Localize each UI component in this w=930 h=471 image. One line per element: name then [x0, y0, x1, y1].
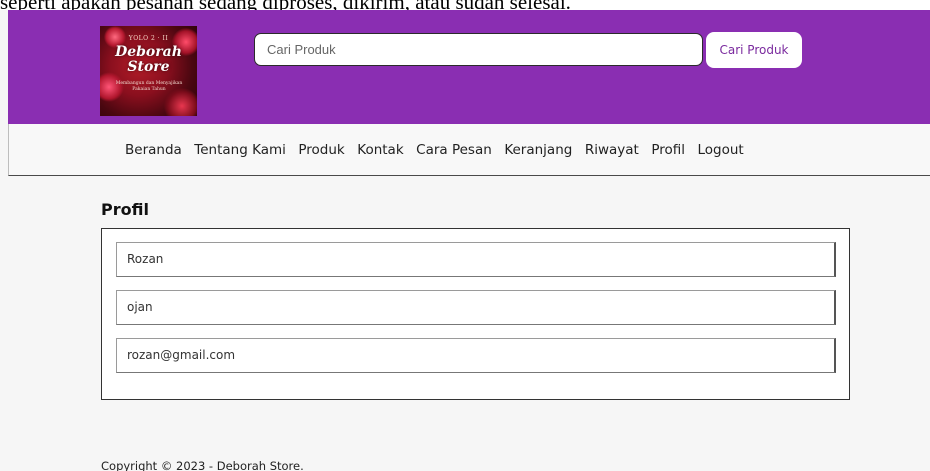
- page-caption-text: seperti apakah pesanan sedang diproses, …: [0, 0, 930, 10]
- rose-decoration: [164, 88, 197, 116]
- search-input[interactable]: [254, 33, 703, 66]
- site-header: YOLO 2 · II Deborah Store Membangun dan …: [8, 10, 930, 124]
- profile-email-field[interactable]: rozan@gmail.com: [116, 338, 836, 373]
- nav-list: Beranda Tentang Kami Produk Kontak Cara …: [125, 124, 756, 176]
- nav-item-riwayat[interactable]: Riwayat: [585, 142, 639, 158]
- profile-name-field[interactable]: Rozan: [116, 242, 836, 277]
- page-title: Profil: [101, 200, 149, 219]
- nav-item-tentang-kami[interactable]: Tentang Kami: [194, 142, 286, 158]
- logo-name-line1: Deborah: [115, 44, 182, 60]
- footer-copyright: Copyright © 2023 - Deborah Store.: [101, 459, 304, 471]
- logo-brand-name: Deborah Store: [100, 45, 197, 75]
- nav-item-cara-pesan[interactable]: Cara Pesan: [416, 142, 492, 158]
- logo-name-line2: Store: [127, 59, 170, 75]
- profile-username-field[interactable]: ojan: [116, 290, 836, 325]
- deborah-store-logo[interactable]: YOLO 2 · II Deborah Store Membangun dan …: [100, 26, 197, 116]
- nav-item-kontak[interactable]: Kontak: [357, 142, 403, 158]
- search-button[interactable]: Cari Produk: [706, 32, 802, 68]
- nav-item-beranda[interactable]: Beranda: [125, 142, 182, 158]
- logo-tagline: YOLO 2 · II: [128, 35, 169, 42]
- logo-slogan: Membangun dan Menyajikan Pakaian Tahun: [115, 81, 183, 92]
- nav-item-keranjang[interactable]: Keranjang: [504, 142, 572, 158]
- nav-item-produk[interactable]: Produk: [298, 142, 344, 158]
- nav-item-logout[interactable]: Logout: [698, 142, 744, 158]
- profile-card: Rozan ojan rozan@gmail.com: [101, 228, 850, 400]
- nav-item-profil[interactable]: Profil: [651, 142, 685, 158]
- main-navbar: Beranda Tentang Kami Produk Kontak Cara …: [8, 124, 930, 176]
